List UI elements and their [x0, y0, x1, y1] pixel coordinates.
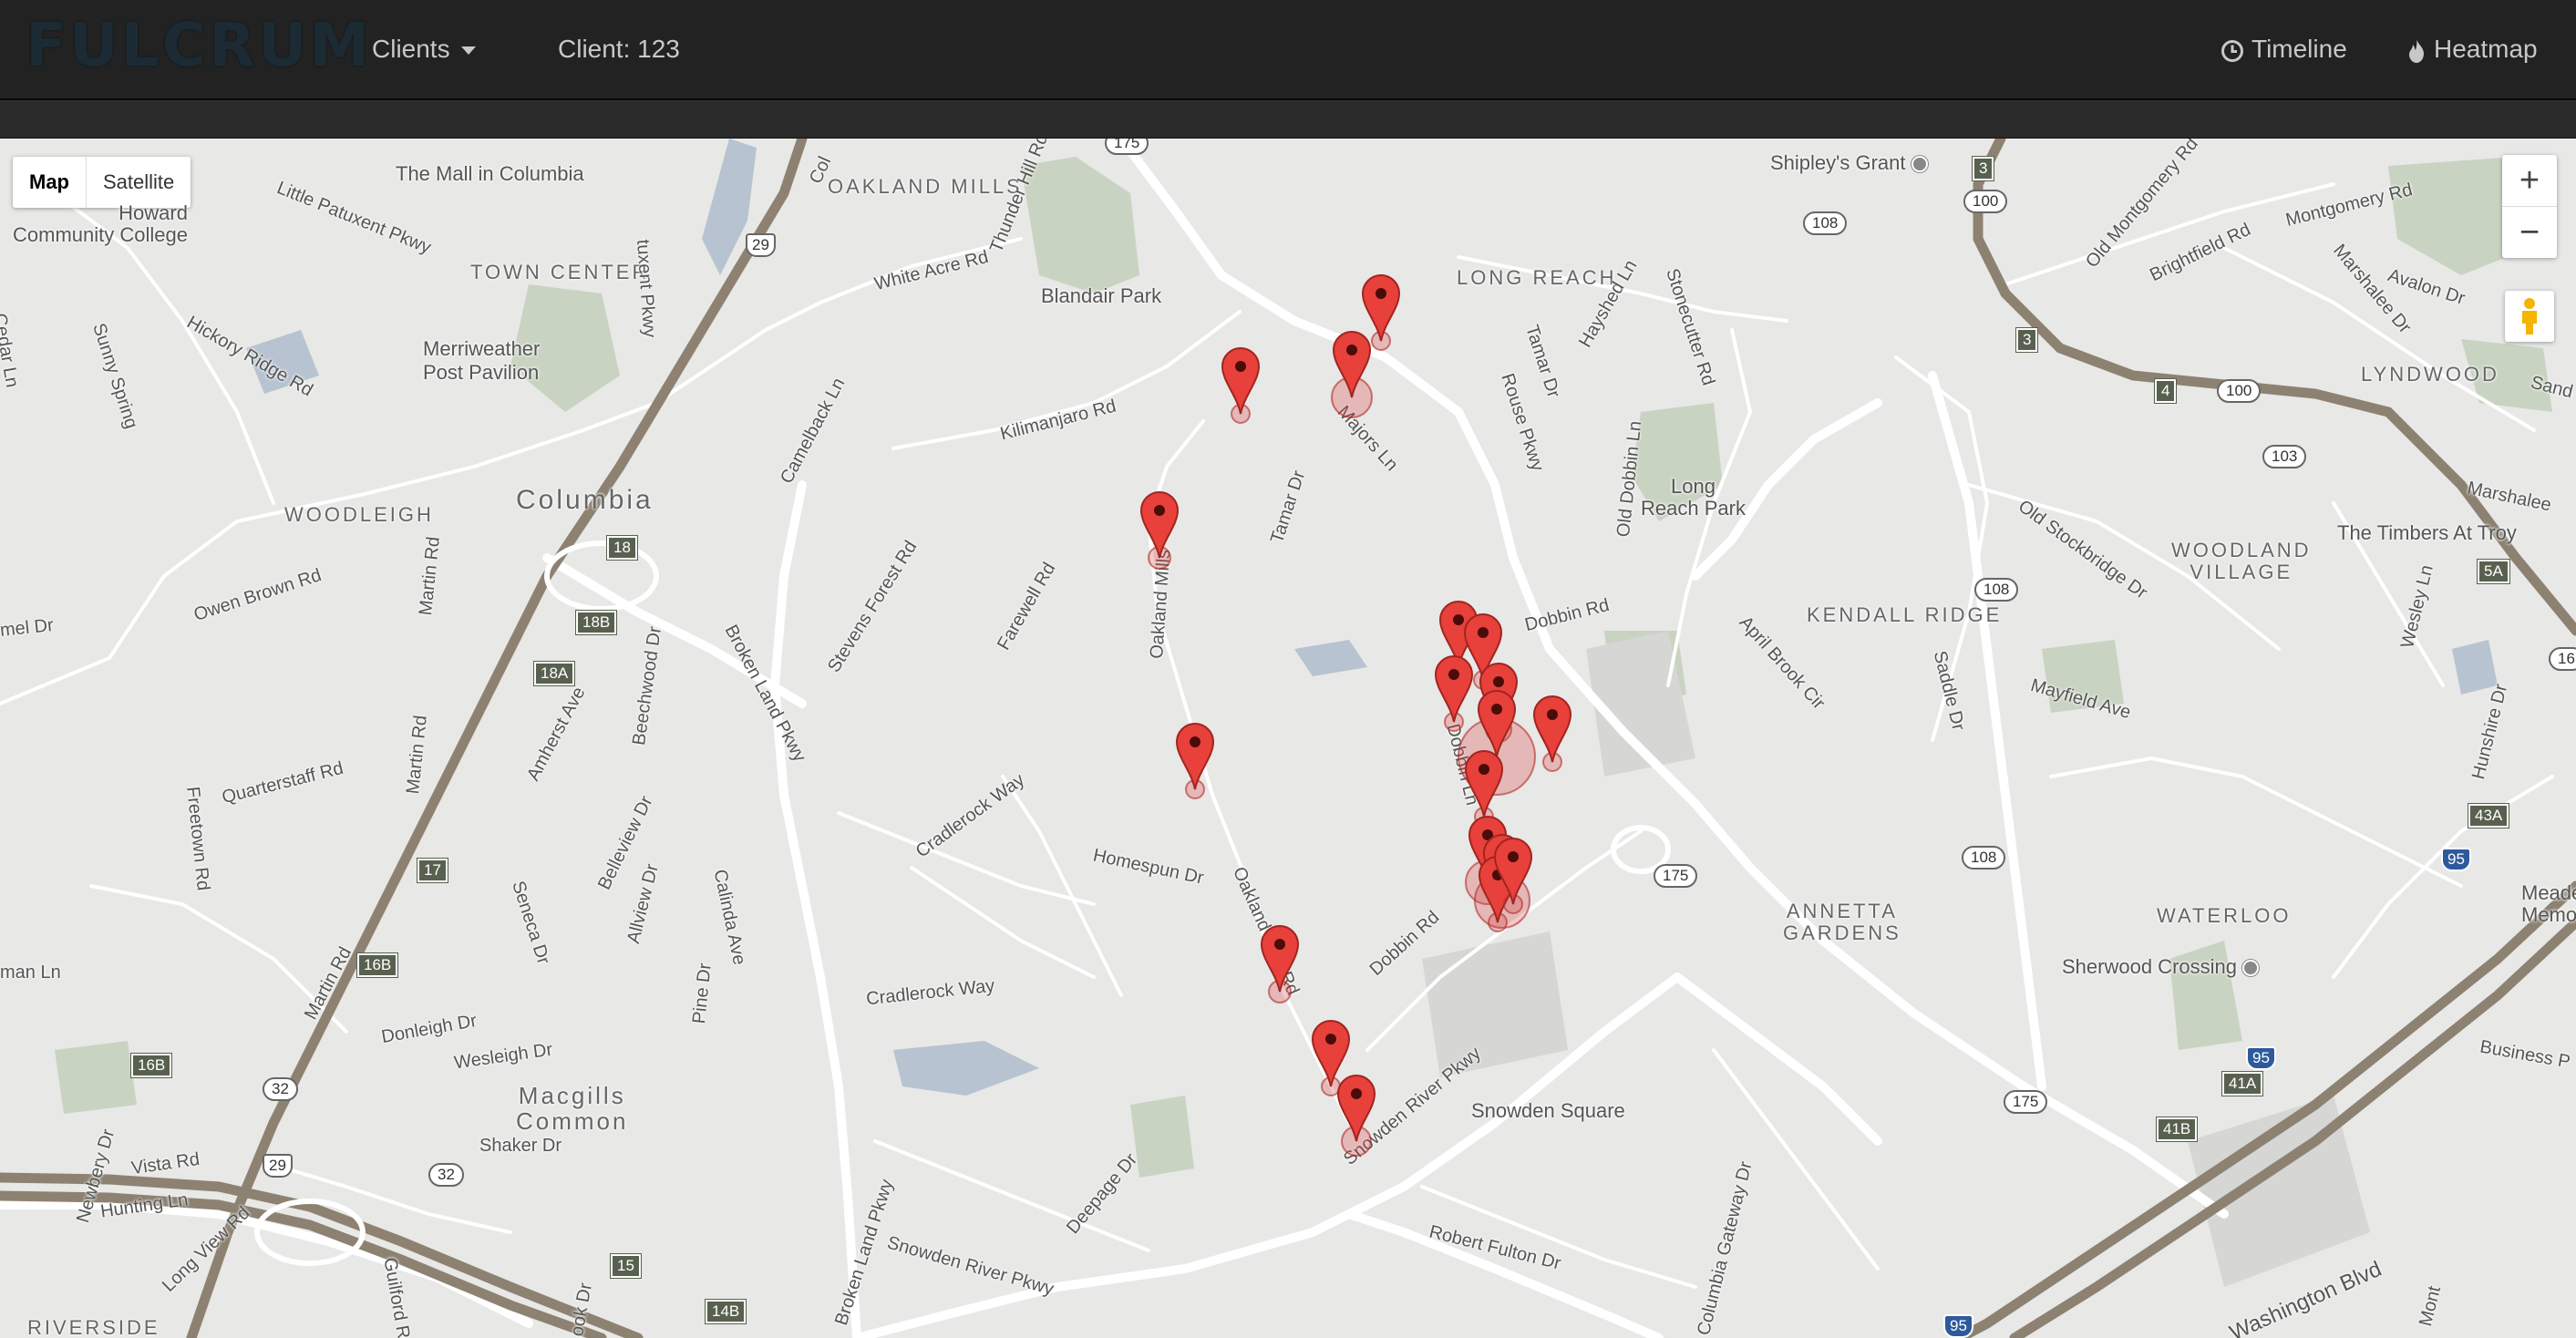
top-navbar: FULCRUM Clients Client: 123 Timeline Hea… [0, 0, 2576, 100]
pin-center-dot [1325, 1034, 1336, 1045]
map-canvas[interactable]: Map Satellite + − The Mall in Columbia H… [0, 139, 2576, 1338]
pin-center-dot [1547, 709, 1558, 720]
map-pin-icon [1139, 491, 1180, 559]
pin-center-dot [1448, 669, 1459, 680]
clients-dropdown[interactable]: Clients [372, 26, 476, 73]
pin-center-dot [1491, 704, 1502, 715]
pin-center-dot [1154, 505, 1165, 516]
brand-logo[interactable]: FULCRUM [26, 9, 372, 82]
timeline-link[interactable]: Timeline [2221, 26, 2347, 73]
map-pin-icon [1361, 274, 1401, 342]
map-pin-icon [1221, 347, 1261, 415]
pin-center-dot [1346, 345, 1357, 355]
location-marker[interactable] [1139, 491, 1180, 570]
location-marker[interactable] [1331, 331, 1373, 418]
location-marker[interactable] [1361, 274, 1401, 351]
location-marker[interactable] [1221, 347, 1261, 424]
pin-center-dot [1453, 614, 1464, 625]
clock-icon [2221, 39, 2243, 62]
map-pin-icon [1464, 750, 1504, 818]
heatmap-label: Heatmap [2434, 35, 2538, 63]
pin-center-dot [1493, 676, 1504, 687]
map-pin-icon [1175, 723, 1215, 790]
map-pin-icon [1311, 1020, 1351, 1087]
pin-center-dot [1376, 288, 1386, 299]
clients-dropdown-label: Clients [372, 35, 450, 63]
timeline-label: Timeline [2251, 35, 2347, 63]
location-marker[interactable] [1260, 925, 1300, 1004]
map-pin-icon [1532, 695, 1572, 763]
pin-center-dot [1274, 939, 1285, 950]
location-marker[interactable] [1336, 1075, 1376, 1157]
heatmap-link[interactable]: Heatmap [2406, 26, 2538, 73]
pin-center-dot [1235, 361, 1246, 372]
map-pin-icon [1260, 925, 1300, 993]
client-label: Client: 123 [558, 35, 680, 63]
location-marker[interactable] [1434, 655, 1474, 732]
chevron-down-icon [460, 46, 476, 56]
pin-center-dot [1478, 627, 1489, 638]
pin-center-dot [1351, 1088, 1362, 1099]
location-marker[interactable] [1464, 750, 1504, 827]
sub-toolbar [0, 100, 2576, 139]
map-pin-icon [1434, 655, 1474, 723]
map-pin-icon [1336, 1075, 1376, 1142]
fire-icon [2409, 38, 2424, 63]
location-marker[interactable] [1532, 695, 1572, 772]
markers-layer [1139, 274, 1572, 1157]
pin-center-dot [1190, 736, 1200, 747]
location-marker[interactable] [1175, 723, 1215, 799]
pin-center-dot [1479, 764, 1489, 775]
pin-center-dot [1508, 851, 1519, 862]
